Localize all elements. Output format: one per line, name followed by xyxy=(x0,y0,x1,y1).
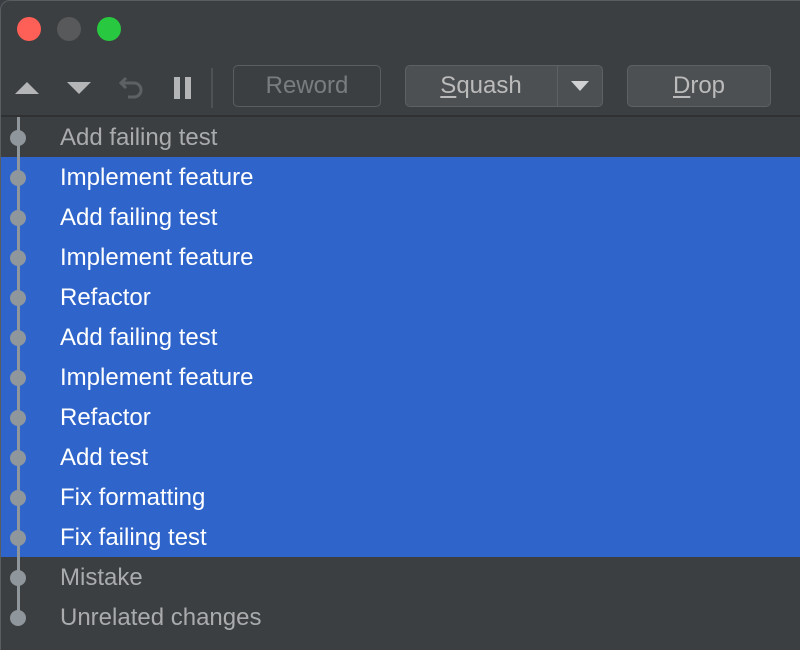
commit-message: Implement feature xyxy=(60,164,254,191)
commit-row[interactable]: Fix formatting xyxy=(1,477,800,517)
commit-row[interactable]: Add failing test xyxy=(1,117,800,157)
toolbar-separator xyxy=(211,68,213,108)
interactive-rebase-window: Reword Squash Drop Add failing test Imple… xyxy=(0,0,800,650)
commit-node-icon xyxy=(10,410,26,426)
close-button[interactable] xyxy=(17,17,41,41)
drop-label: Drop xyxy=(672,72,726,99)
triangle-down-icon xyxy=(571,81,589,91)
commit-node-icon xyxy=(10,370,26,386)
squash-split-button: Squash xyxy=(405,65,603,107)
triangle-down-icon xyxy=(67,82,91,94)
window-controls xyxy=(17,17,121,41)
commit-row[interactable]: Add failing test xyxy=(1,317,800,357)
reword-label: Reword xyxy=(265,72,349,99)
commit-message: Refactor xyxy=(60,284,151,311)
commit-message: Unrelated changes xyxy=(60,604,262,631)
commit-node-icon xyxy=(10,490,26,506)
commit-row[interactable]: Implement feature xyxy=(1,157,800,197)
commit-message: Implement feature xyxy=(60,244,254,271)
maximize-button[interactable] xyxy=(97,17,121,41)
commit-row[interactable]: Add test xyxy=(1,437,800,477)
commit-node-icon xyxy=(10,530,26,546)
commit-list: Add failing test Implement feature Add fai… xyxy=(1,117,800,637)
pause-icon xyxy=(174,77,191,99)
commit-node-icon xyxy=(10,130,26,146)
commit-message: Implement feature xyxy=(60,364,254,391)
commit-message: Mistake xyxy=(60,564,143,591)
move-down-button[interactable] xyxy=(64,73,94,103)
toolbar: Reword Squash Drop xyxy=(1,63,800,113)
commit-row[interactable]: Implement feature xyxy=(1,237,800,277)
drop-button[interactable]: Drop xyxy=(627,65,771,107)
commit-node-icon xyxy=(10,170,26,186)
commit-message: Refactor xyxy=(60,404,151,431)
pause-button[interactable] xyxy=(168,73,198,103)
minimize-button[interactable] xyxy=(57,17,81,41)
commit-node-icon xyxy=(10,450,26,466)
commit-row[interactable]: Refactor xyxy=(1,277,800,317)
undo-button[interactable] xyxy=(117,73,147,103)
squash-label: Squash xyxy=(440,72,522,99)
undo-icon xyxy=(118,76,143,99)
reword-button[interactable]: Reword xyxy=(233,65,381,107)
commit-node-icon xyxy=(10,290,26,306)
move-up-button[interactable] xyxy=(12,73,42,103)
commit-message: Add failing test xyxy=(60,204,218,231)
commit-row[interactable]: Fix failing test xyxy=(1,517,800,557)
commit-row[interactable]: Add failing test xyxy=(1,197,800,237)
commit-row[interactable]: Refactor xyxy=(1,397,800,437)
commit-row[interactable]: Implement feature xyxy=(1,357,800,397)
commit-row[interactable]: Mistake xyxy=(1,557,800,597)
commit-node-icon xyxy=(10,330,26,346)
commit-message: Add failing test xyxy=(60,124,218,151)
squash-button[interactable]: Squash xyxy=(406,66,556,106)
commit-node-icon xyxy=(10,250,26,266)
commit-message: Add failing test xyxy=(60,324,218,351)
commit-node-icon xyxy=(10,210,26,226)
commit-message: Fix failing test xyxy=(60,524,207,551)
commit-message: Add test xyxy=(60,444,149,471)
triangle-up-icon xyxy=(15,82,39,94)
commit-node-icon xyxy=(10,610,26,626)
squash-dropdown-button[interactable] xyxy=(557,66,602,106)
commit-row[interactable]: Unrelated changes xyxy=(1,597,800,637)
commit-node-icon xyxy=(10,570,26,586)
commit-message: Fix formatting xyxy=(60,484,206,511)
